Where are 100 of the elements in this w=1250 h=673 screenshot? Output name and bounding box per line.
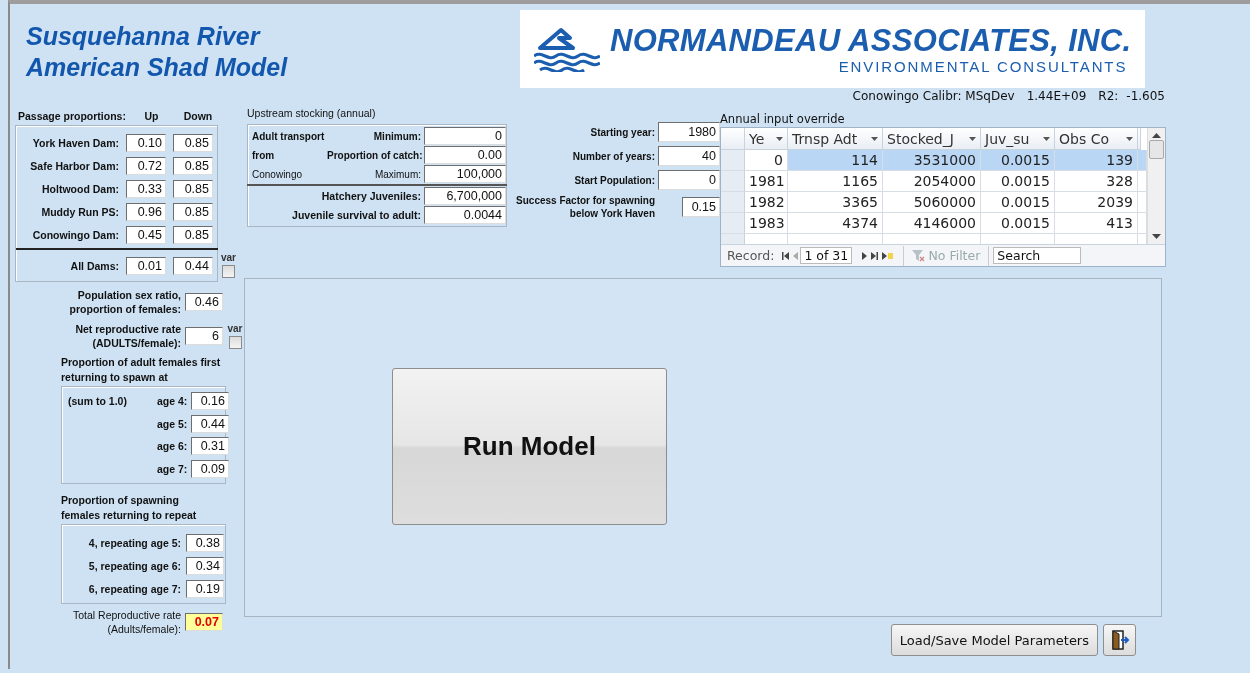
field-label: Passage proportions: bbox=[17, 110, 126, 122]
field-label: age 7: bbox=[157, 462, 186, 475]
field-label: Hatchery Juveniles: bbox=[320, 190, 421, 202]
table-cell: 3365 bbox=[788, 192, 883, 213]
table-cell: 5060000 bbox=[883, 192, 981, 213]
field-label: (sum to 1.0) bbox=[67, 395, 128, 408]
number-field[interactable]: 0.10 bbox=[126, 133, 166, 152]
number-field[interactable]: 0.0044 bbox=[424, 206, 506, 224]
field-label: York Haven Dam: bbox=[31, 136, 119, 149]
number-field[interactable]: 0.44 bbox=[191, 414, 229, 433]
table-cell: 2039 bbox=[1055, 192, 1138, 213]
table-cell: 1983 bbox=[745, 213, 788, 234]
table-cell: 0.0015 bbox=[981, 192, 1055, 213]
checkbox[interactable] bbox=[228, 336, 242, 349]
number-field[interactable]: 6,700,000 bbox=[424, 187, 506, 205]
field-label: Proportion of catch: bbox=[327, 149, 421, 161]
r2-value: -1.605 bbox=[1126, 89, 1165, 104]
column-header[interactable]: Juv_su bbox=[981, 128, 1055, 150]
first-icon bbox=[782, 251, 790, 260]
number-field[interactable]: 0 bbox=[424, 127, 506, 145]
field-label: Down bbox=[182, 110, 214, 122]
number-field[interactable]: 0.19 bbox=[186, 579, 224, 598]
r2-label: R2: bbox=[1098, 89, 1119, 104]
number-field[interactable]: 0.85 bbox=[173, 225, 213, 244]
scrollbar-thumb[interactable] bbox=[1149, 140, 1164, 159]
field-label: Safe Harbor Dam: bbox=[29, 159, 119, 172]
number-field[interactable]: 0.46 bbox=[185, 293, 223, 311]
number-field[interactable]: 0.72 bbox=[126, 156, 166, 175]
number-field[interactable]: 40 bbox=[658, 146, 720, 166]
var-label: var bbox=[227, 323, 243, 334]
number-field[interactable]: 0.45 bbox=[126, 225, 166, 244]
field-label: age 5: bbox=[157, 417, 186, 430]
calibration-value: 1.44E+09 bbox=[1026, 89, 1087, 104]
column-header[interactable]: Trnsp Adt bbox=[788, 128, 883, 150]
exit-door-icon bbox=[1109, 630, 1130, 650]
left-arrow-icon bbox=[793, 251, 799, 260]
number-field[interactable]: 0 bbox=[658, 170, 720, 190]
number-field[interactable]: 0.31 bbox=[191, 437, 229, 456]
field-label: Maximum: bbox=[373, 168, 421, 180]
checkbox[interactable] bbox=[222, 265, 235, 278]
column-header[interactable]: Obs Co bbox=[1055, 128, 1138, 150]
company-tagline: ENVIRONMENTAL CONSULTANTS bbox=[838, 57, 1128, 75]
field-label: from bbox=[251, 149, 276, 161]
search-field[interactable]: Search bbox=[993, 247, 1082, 264]
number-field[interactable]: 0.15 bbox=[682, 197, 720, 217]
field-label: Starting year: bbox=[589, 125, 655, 139]
run-model-button[interactable]: Run Model bbox=[392, 367, 667, 525]
number-field[interactable]: 6 bbox=[185, 327, 223, 345]
number-field[interactable]: 0.85 bbox=[173, 156, 213, 175]
load-save-button[interactable]: Load/Save Model Parameters bbox=[890, 624, 1098, 656]
number-field[interactable]: 0.16 bbox=[191, 392, 229, 411]
number-field[interactable]: 0.44 bbox=[173, 256, 213, 275]
section-title: Proportion of adult females first returning to spawn at bbox=[61, 355, 222, 385]
right-arrow-icon bbox=[862, 251, 868, 260]
number-field[interactable]: 0.85 bbox=[173, 179, 213, 198]
scrollbar[interactable] bbox=[1147, 128, 1165, 244]
table-cell: 2054000 bbox=[883, 171, 981, 192]
table-cell: 413 bbox=[1055, 213, 1138, 234]
number-field[interactable]: 0.33 bbox=[126, 179, 166, 198]
number-field[interactable]: 0.85 bbox=[173, 202, 213, 221]
section-title: Proportion of spawning females returning to repeat bbox=[61, 493, 198, 523]
table-cell: 1982 bbox=[745, 192, 788, 213]
field-label: Upstream stocking (annual) bbox=[247, 106, 377, 121]
table-cell: 1165 bbox=[788, 171, 883, 192]
field-label: Minimum: bbox=[372, 130, 421, 142]
down-arrow-icon bbox=[1152, 234, 1161, 239]
number-field[interactable]: 0.09 bbox=[191, 459, 229, 478]
column-header[interactable]: Stocked_J bbox=[883, 128, 981, 150]
number-field[interactable]: 0.38 bbox=[186, 533, 224, 552]
exit-button[interactable] bbox=[1103, 624, 1136, 656]
number-field[interactable]: 0.00 bbox=[424, 146, 506, 164]
table-cell-edge bbox=[1138, 150, 1147, 171]
header-corner bbox=[721, 128, 745, 150]
table-cell: 139 bbox=[1055, 150, 1138, 171]
field-label: Holtwood Dam: bbox=[41, 182, 119, 195]
record-label: Record: bbox=[727, 248, 775, 263]
logo-icon bbox=[534, 26, 600, 72]
caret-icon bbox=[871, 136, 878, 141]
up-arrow-icon bbox=[1152, 133, 1161, 138]
column-header[interactable]: Ye bbox=[745, 128, 788, 150]
number-field[interactable]: 0.96 bbox=[126, 202, 166, 221]
field-label: Population sex ratio, proportion of females: bbox=[68, 288, 181, 316]
new-record-icon bbox=[882, 251, 894, 260]
field-label: Number of years: bbox=[571, 149, 655, 163]
field-label: 5, repeating age 6: bbox=[87, 559, 181, 572]
number-field[interactable]: 0.34 bbox=[186, 556, 224, 575]
number-field[interactable]: 100,000 bbox=[424, 165, 506, 183]
number-field[interactable]: 0.01 bbox=[126, 256, 166, 275]
table-cell: 0.0015 bbox=[981, 150, 1055, 171]
number-field[interactable]: 0.85 bbox=[173, 133, 213, 152]
field-label: Up bbox=[143, 110, 160, 122]
var-label: var bbox=[221, 252, 236, 263]
record-position-field[interactable]: 1 of 31 bbox=[800, 247, 853, 264]
field-label: Start Population: bbox=[573, 173, 655, 187]
field-label: age 6: bbox=[157, 440, 186, 453]
number-field[interactable]: 1980 bbox=[658, 122, 720, 142]
number-field[interactable]: 0.07 bbox=[185, 613, 223, 631]
table-title: Annual input override bbox=[720, 112, 845, 126]
table-cell: 0.0015 bbox=[981, 213, 1055, 234]
app-title: Susquehanna River American Shad Model bbox=[24, 21, 289, 83]
